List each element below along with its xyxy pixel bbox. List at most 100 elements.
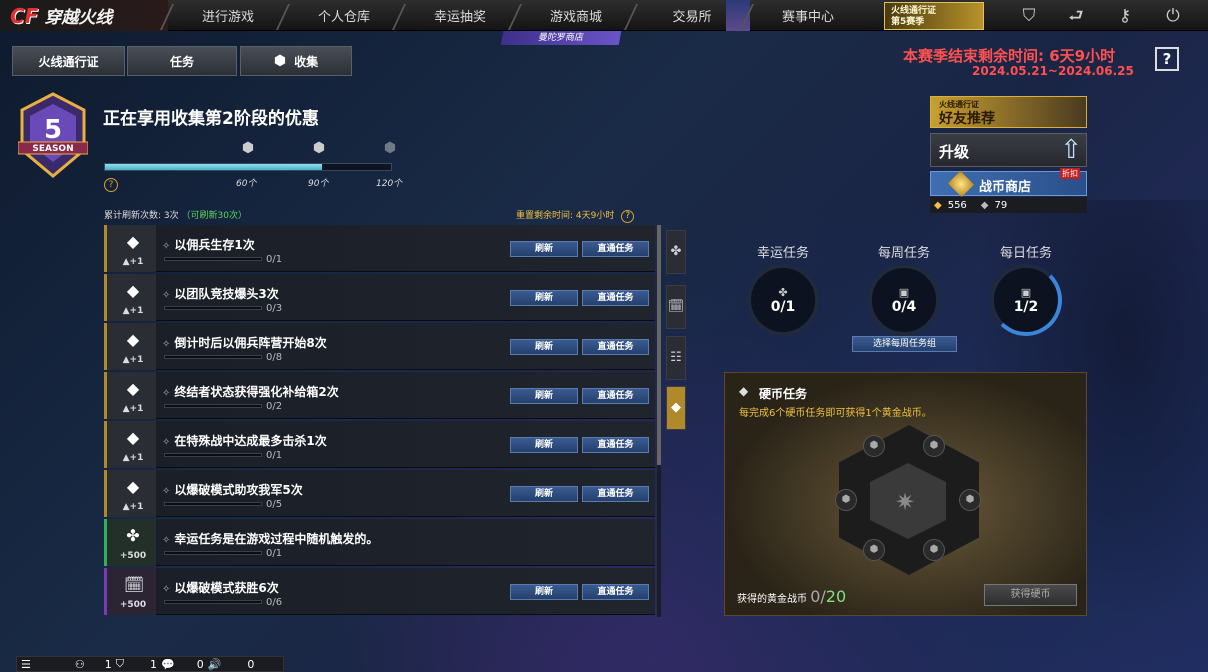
war-coin-icon (947, 170, 975, 198)
friends-icon[interactable]: ⚇ (75, 658, 85, 671)
refresh-task-button[interactable]: 刷新 (510, 388, 578, 404)
task-row: ◆ ▲+1 ✧ 以爆破模式助攻我军5次 0/5 刷新 直通任务 (104, 470, 655, 517)
task-progress-bar (164, 600, 262, 604)
task-mode-icon: ✧ (162, 388, 171, 399)
silver-coin-icon: ◆ (980, 199, 989, 211)
tab-collect[interactable]: ⬢ 收集 (240, 46, 352, 76)
task-mode-icon: ✧ (162, 241, 171, 252)
complete-task-button[interactable]: 直通任务 (582, 388, 649, 404)
clover-icon: ✤ (670, 244, 682, 259)
task-row: ◆ ▲+1 ✧ 在特殊战中达成最多击杀1次 0/1 刷新 直通任务 (104, 421, 655, 468)
get-coins-button[interactable]: 获得硬币 (984, 584, 1077, 606)
nav-lottery[interactable]: 幸运抽奖 (404, 0, 516, 31)
task-reward-cell: ◆ ▲+1 (104, 421, 156, 468)
daily-task-ring[interactable]: ▣ 1/2 (990, 264, 1062, 336)
refresh-task-button[interactable]: 刷新 (510, 241, 578, 257)
task-progress: 0/1 (266, 450, 283, 461)
task-progress-bar (164, 453, 262, 457)
gold-coin-count: 556 (947, 199, 967, 211)
shop-badge[interactable]: 曼陀罗商店 (500, 31, 622, 45)
task-mode-icon: ✧ (162, 290, 171, 301)
refresh-task-button[interactable]: 刷新 (510, 486, 578, 502)
reset-info-icon[interactable]: ? (621, 210, 635, 223)
refresh-task-button[interactable]: 刷新 (510, 290, 578, 306)
complete-task-button[interactable]: 直通任务 (582, 339, 649, 355)
task-mode-icon: ✧ (162, 339, 171, 350)
weekly-task-ring[interactable]: ▣ 0/4 (868, 264, 940, 336)
upgrade-button[interactable]: 升级 ⇧ (930, 133, 1087, 167)
coin-task-title: 硬币任务 (759, 387, 808, 401)
task-reward: ▲+1 (122, 404, 144, 414)
task-row: 🗓 +500 ✧ 以爆破模式获胜6次 0/6 刷新 直通任务 (104, 568, 655, 615)
info-icon[interactable]: ? (104, 178, 118, 192)
task-reward: ▲+1 (122, 257, 144, 267)
refresh-task-button[interactable]: 刷新 (510, 339, 578, 355)
lucky-task-ring[interactable]: ✤ 0/1 (747, 264, 819, 336)
complete-task-button[interactable]: 直通任务 (582, 290, 649, 306)
task-reward-cell: ◆ ▲+1 (104, 470, 156, 517)
task-progress-bar (164, 257, 262, 261)
chat-icon[interactable]: 💬 (161, 658, 175, 671)
reset-timer: 重置剩余时间: 4天9小时 ? (516, 208, 635, 223)
complete-task-button[interactable]: 直通任务 (582, 584, 649, 600)
war-coin-shop-button[interactable]: 战币商店 折扣 (930, 168, 1087, 198)
refresh-task-button[interactable]: 刷新 (510, 437, 578, 453)
help-button[interactable]: ? (1155, 47, 1179, 71)
milestone-2-icon: ⬢ (312, 140, 326, 156)
task-list-scrollbar[interactable] (657, 225, 661, 617)
battlepass-promo-banner[interactable]: 火线通行证 第5赛季 (884, 2, 984, 30)
clover-icon: ✤ (778, 285, 788, 299)
bottom-status-bar: ☰ ⚇ 1 ⛉ 1 💬 0 🔊 0 (16, 656, 284, 672)
complete-task-button[interactable]: 直通任务 (582, 241, 649, 257)
task-reward: ▲+1 (122, 502, 144, 512)
shield-icon[interactable]: ⛉ (1016, 4, 1042, 28)
currency-display: ◆ 556 ◆ 79 (930, 197, 1087, 213)
filter-daily-tab[interactable]: ☷ (666, 336, 686, 380)
lucky-task-label: 幸运任务 (756, 246, 809, 261)
logo-text: 穿越火线 (44, 8, 113, 28)
power-icon[interactable]: ⏻ (1160, 4, 1186, 28)
coin-task-icon: ◆ (126, 281, 140, 300)
hex-slot-3: ⬢ (835, 489, 857, 511)
milestone-3-icon: ⬢ (383, 140, 397, 156)
return-icon[interactable]: ⮐ (1063, 4, 1089, 28)
calendar-week-icon: 🗓 (124, 575, 145, 594)
complete-task-button[interactable]: 直通任务 (582, 486, 649, 502)
calendar-week-icon: ▣ (898, 285, 910, 299)
friend-referral-banner[interactable]: 火线通行证 好友推荐 (930, 96, 1087, 128)
milestone-1-icon: ⬢ (241, 140, 255, 156)
weekly-task-label: 每周任务 (877, 246, 930, 261)
game-logo: CF 穿越火线 (0, 0, 168, 31)
filter-coin-tab[interactable]: ◆ (666, 386, 686, 430)
nav-play[interactable]: 进行游戏 (172, 0, 284, 31)
tab-tasks[interactable]: 任务 (127, 46, 237, 76)
shield-small-icon[interactable]: ⛉ (116, 657, 124, 671)
refresh-count: 累计刷新次数: 3次 （可刷新30次） (104, 211, 247, 221)
coin-task-icon: ◆ (671, 400, 681, 415)
task-list: ◆ ▲+1 ✧ 以佣兵生存1次 0/1 刷新 直通任务 ◆ ▲+1 ✧ 以团队竞技爆头… (104, 225, 655, 617)
task-row: ◆ ▲+1 ✧ 以佣兵生存1次 0/1 刷新 直通任务 (104, 225, 655, 272)
task-row: ◆ ▲+1 ✧ 以团队竞技爆头3次 0/3 刷新 直通任务 (104, 274, 655, 321)
nav-warehouse[interactable]: 个人仓库 (288, 0, 400, 31)
task-progress-bar (164, 404, 262, 408)
complete-task-button[interactable]: 直通任务 (582, 437, 649, 453)
task-progress: 0/1 (266, 254, 283, 265)
season-label: SEASON (32, 144, 73, 154)
menu-icon[interactable]: ☰ (21, 658, 31, 671)
wrench-icon[interactable]: ⚷ (1112, 4, 1138, 28)
refresh-task-button[interactable]: 刷新 (510, 584, 578, 600)
filter-lucky-tab[interactable]: ✤ (666, 230, 686, 274)
coin-task-panel: ◆ 硬币任务 每完成6个硬币任务即可获得1个黄金战币。 ⬢ ⬢ ⬢ ⬢ ⬢ ⬢ … (724, 372, 1087, 616)
nav-store[interactable]: 游戏商城 (520, 0, 632, 31)
nav-esports[interactable]: 赛事中心 (752, 0, 864, 31)
voice-icon[interactable]: 🔊 (208, 658, 222, 671)
task-name: ✧ 以爆破模式获胜6次 (162, 581, 279, 595)
task-name: ✧ 在特殊战中达成最多击杀1次 (162, 434, 327, 448)
gold-coins-obtained: 获得的黄金战币 0/20 (737, 587, 847, 606)
hex-slot-1: ⬢ (863, 435, 885, 457)
tab-battlepass[interactable]: 火线通行证 (12, 46, 125, 76)
filter-weekly-tab[interactable]: 🗓 (666, 285, 686, 329)
task-progress-bar (164, 306, 262, 310)
promo-line1: 火线通行证 (891, 6, 937, 16)
select-weekly-group-button[interactable]: 选择每周任务组 (852, 336, 957, 352)
